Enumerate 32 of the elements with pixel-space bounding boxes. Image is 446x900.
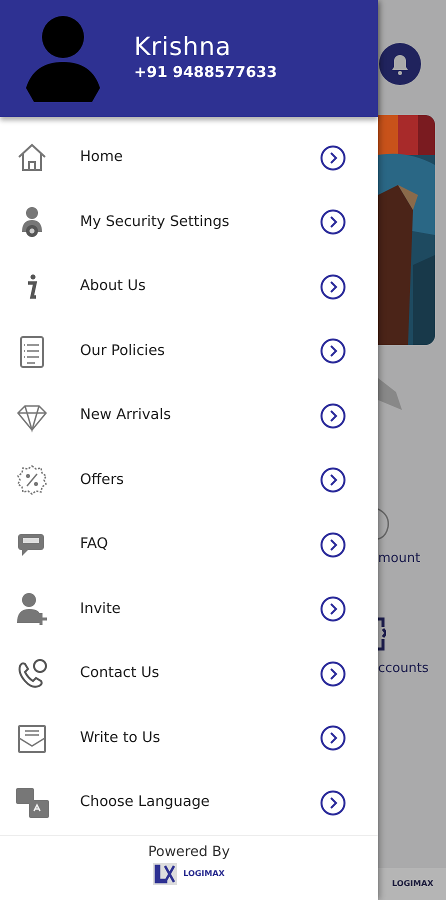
chevron-right-icon bbox=[320, 725, 346, 752]
menu-item[interactable]: About Us bbox=[0, 254, 378, 320]
menu-label: mount bbox=[378, 550, 422, 568]
menu-item[interactable]: Home bbox=[0, 126, 378, 190]
powered-by-text: Powered By bbox=[148, 843, 230, 862]
menu-item[interactable]: Choose Language bbox=[0, 770, 378, 836]
menu-label: ccounts bbox=[378, 660, 430, 678]
chevron-right-icon bbox=[320, 209, 346, 236]
menu-item[interactable]: Offers bbox=[0, 448, 378, 513]
logo-icon bbox=[153, 863, 178, 886]
menu-item[interactable]: FAQ bbox=[0, 512, 378, 578]
chevron-right-icon bbox=[320, 467, 346, 494]
menu-item[interactable]: Contact Us bbox=[0, 642, 378, 706]
chevron-right-icon bbox=[320, 660, 346, 687]
chevron-right-icon bbox=[320, 596, 346, 622]
chevron-right-icon bbox=[320, 144, 346, 171]
add-user-icon bbox=[14, 591, 50, 628]
user-name: Krishna bbox=[134, 33, 232, 61]
menu-item[interactable]: Our Policies bbox=[0, 319, 378, 384]
logo-text: LOGIMAX bbox=[183, 868, 225, 880]
chevron-right-icon bbox=[320, 402, 346, 429]
menu-item[interactable]: Invite bbox=[0, 577, 378, 642]
chevron-right-icon bbox=[320, 532, 346, 558]
avatar-icon bbox=[24, 14, 102, 102]
chevron-right-icon bbox=[320, 790, 346, 816]
chevron-right-icon bbox=[320, 338, 346, 364]
menu-item[interactable]: Write to Us bbox=[0, 706, 378, 771]
menu-item[interactable]: New Arrivals bbox=[0, 384, 378, 448]
chevron-right-icon bbox=[320, 274, 346, 300]
phone-number: +91 9488577633 bbox=[134, 62, 278, 83]
logo-text: LOGIMAX bbox=[392, 878, 434, 890]
menu-item[interactable]: My Security Settings bbox=[0, 190, 378, 255]
